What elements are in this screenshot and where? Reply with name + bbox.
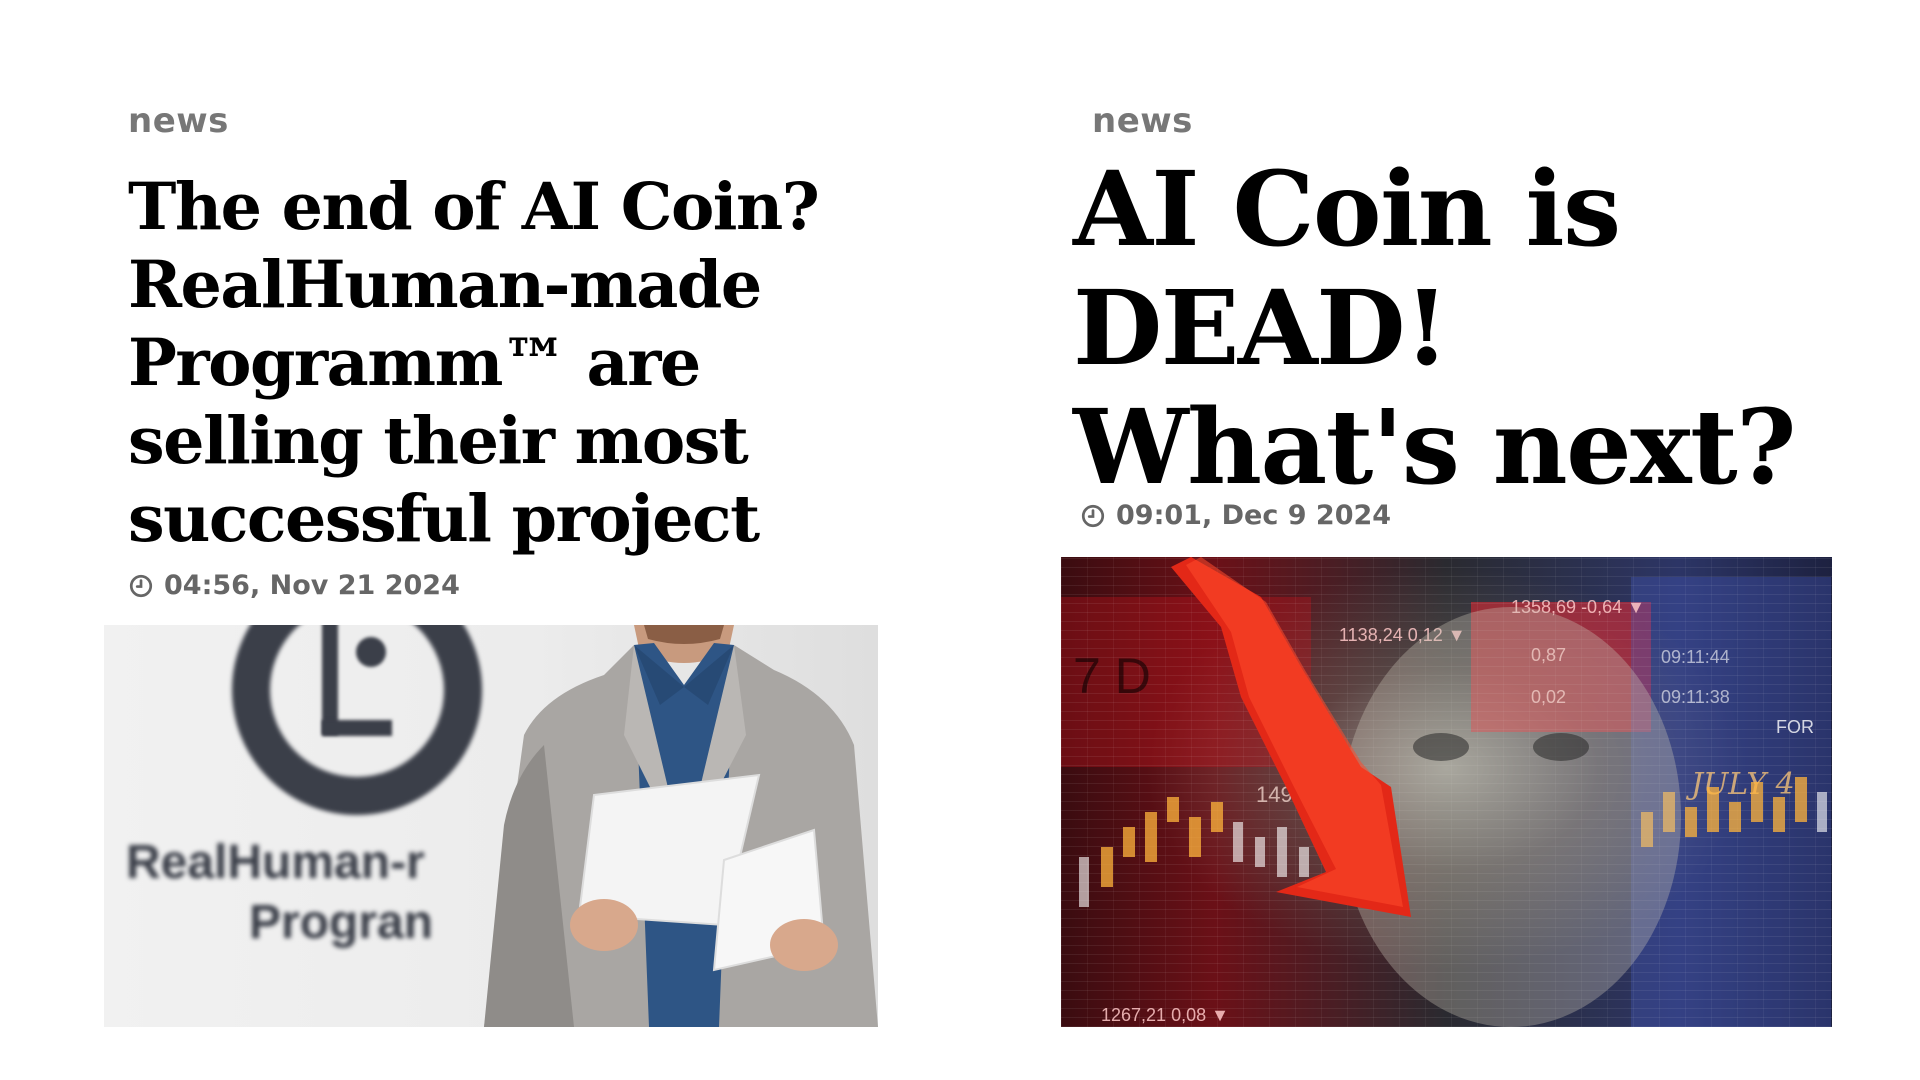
brand-text-line-1: RealHuman-r bbox=[126, 836, 425, 889]
article-timestamp: 04:56, Nov 21 2024 bbox=[128, 570, 460, 601]
brand-text-line-2: Progran bbox=[249, 896, 434, 949]
article-headline[interactable]: The end of AI Coin? RealHuman-made Progr… bbox=[128, 168, 908, 558]
article-category[interactable]: news bbox=[1092, 101, 1193, 141]
timestamp-text: 04:56, Nov 21 2024 bbox=[164, 570, 460, 601]
clock-icon bbox=[129, 574, 153, 597]
brand-logo-dot bbox=[356, 637, 386, 667]
clock-icon bbox=[1081, 504, 1105, 527]
article-category[interactable]: news bbox=[128, 101, 229, 141]
timestamp-text: 09:01, Dec 9 2024 bbox=[1116, 500, 1392, 531]
article-timestamp: 09:01, Dec 9 2024 bbox=[1080, 500, 1391, 531]
article-thumbnail[interactable]: 1358,69 -0,64 ▼ 1138,24 0,12 ▼ 0,87 0,02… bbox=[1061, 557, 1832, 1027]
businessman-illustration bbox=[484, 625, 878, 1027]
candlestick-overlay bbox=[1079, 557, 1827, 1027]
brand-logo-stroke bbox=[322, 625, 338, 735]
article-thumbnail[interactable]: RealHuman-r Progran bbox=[104, 625, 878, 1027]
brand-logo-stroke-base bbox=[322, 720, 392, 736]
article-headline[interactable]: AI Coin is DEAD! What's next? bbox=[1073, 150, 1813, 507]
